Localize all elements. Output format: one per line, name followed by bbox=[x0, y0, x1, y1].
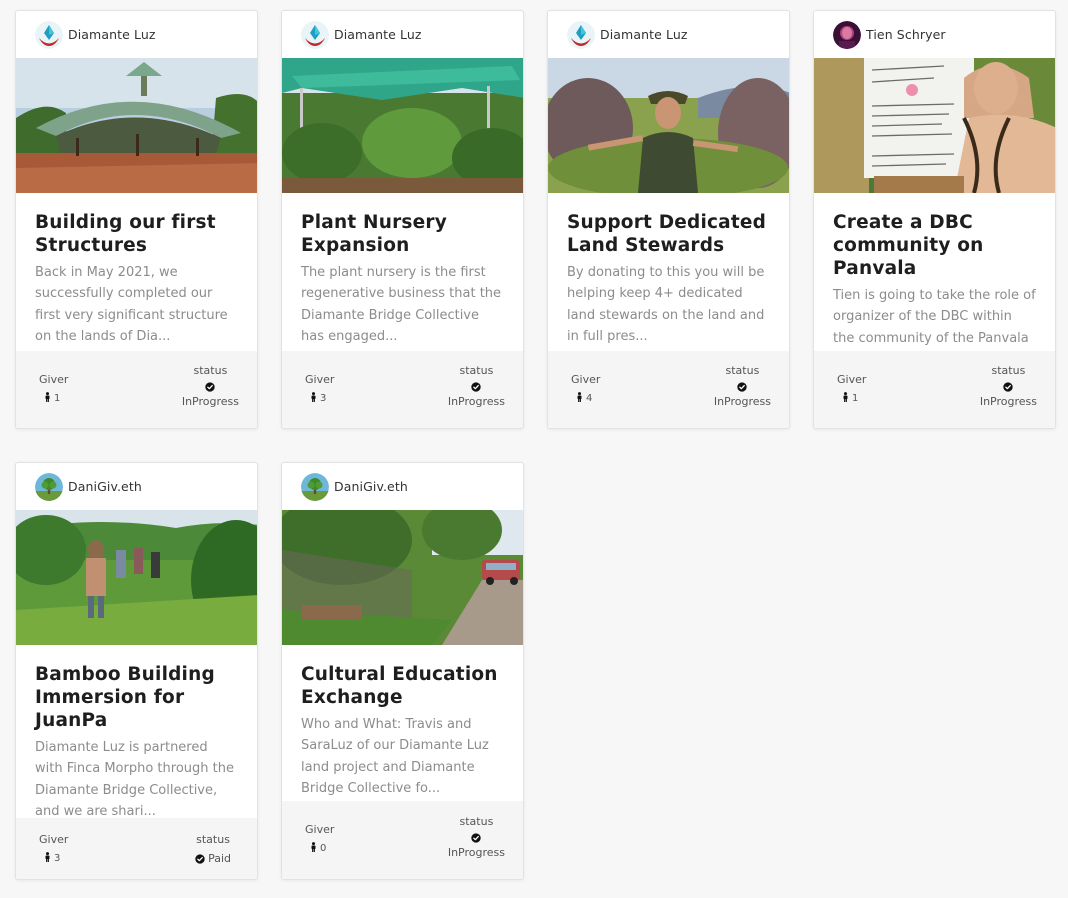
status-block: status InProgress bbox=[448, 815, 505, 859]
person-icon bbox=[576, 392, 583, 402]
giver-count: 3 bbox=[54, 853, 61, 864]
diamond-avatar bbox=[301, 21, 329, 49]
giver-count: 1 bbox=[54, 393, 61, 404]
check-circle-icon bbox=[195, 854, 205, 864]
giver-count: 4 bbox=[586, 393, 593, 404]
person-icon bbox=[310, 842, 317, 852]
card-footer: Giver 3 status InProgress bbox=[282, 351, 523, 428]
card-author[interactable]: DaniGiv.eth bbox=[16, 463, 257, 510]
author-name[interactable]: Diamante Luz bbox=[334, 27, 422, 42]
diamond-avatar bbox=[35, 21, 63, 49]
check-circle-icon bbox=[471, 833, 481, 843]
project-card[interactable]: DaniGiv.eth Cultural Education Exchange … bbox=[281, 462, 524, 880]
status-block: status Paid bbox=[195, 833, 231, 867]
card-footer: Giver 3 status Paid bbox=[16, 818, 257, 879]
giver-label: Giver bbox=[837, 373, 867, 386]
status-label: status bbox=[459, 364, 494, 377]
card-description: By donating to this you will be helping … bbox=[567, 265, 765, 344]
status-label: status bbox=[193, 364, 228, 377]
card-title[interactable]: Cultural Education Exchange bbox=[301, 663, 504, 709]
person-avatar bbox=[833, 21, 861, 49]
status-label: status bbox=[196, 833, 230, 846]
status-value: InProgress bbox=[181, 395, 239, 408]
person-icon bbox=[842, 392, 849, 402]
giver-block: Giver 1 bbox=[837, 373, 866, 404]
check-circle-icon bbox=[737, 382, 747, 392]
giver-label: Giver bbox=[305, 823, 335, 836]
card-author[interactable]: Diamante Luz bbox=[16, 11, 257, 58]
author-name[interactable]: DaniGiv.eth bbox=[68, 479, 142, 494]
card-author[interactable]: DaniGiv.eth bbox=[282, 463, 523, 510]
tree-avatar bbox=[301, 473, 329, 501]
project-card[interactable]: DaniGiv.eth Bamboo Building Immersion fo… bbox=[15, 462, 258, 880]
project-card[interactable]: Diamante Luz Building our first Structur… bbox=[15, 10, 258, 429]
card-footer: Giver 1 status InProgress bbox=[814, 351, 1055, 428]
author-name[interactable]: Tien Schryer bbox=[866, 27, 946, 42]
card-description: Diamante Luz is partnered with Finca Mor… bbox=[35, 740, 234, 819]
giver-label: Giver bbox=[39, 373, 69, 386]
check-circle-icon bbox=[1003, 382, 1013, 392]
giver-count: 0 bbox=[320, 843, 327, 854]
diamond-avatar bbox=[567, 21, 595, 49]
status-value: InProgress bbox=[979, 395, 1037, 408]
person-icon bbox=[310, 392, 317, 402]
giver-block: Giver 1 bbox=[39, 373, 68, 404]
giver-label: Giver bbox=[39, 833, 69, 846]
card-title[interactable]: Bamboo Building Immersion for JuanPa bbox=[35, 663, 238, 732]
giver-label: Giver bbox=[305, 373, 335, 386]
giver-count: 3 bbox=[320, 393, 327, 404]
project-card[interactable]: Tien Schryer Create a DBC community on P… bbox=[813, 10, 1056, 429]
card-description: Who and What: Travis and SaraLuz of our … bbox=[301, 717, 489, 796]
giver-block: Giver 3 bbox=[305, 373, 334, 404]
card-title[interactable]: Plant Nursery Expansion bbox=[301, 211, 504, 257]
card-author[interactable]: Diamante Luz bbox=[548, 11, 789, 58]
project-card[interactable]: Diamante Luz Support Dedicated Land Stew… bbox=[547, 10, 790, 429]
whiteboard-presentation-photo[interactable] bbox=[814, 58, 1056, 193]
status-value: InProgress bbox=[447, 395, 505, 408]
giver-label: Giver bbox=[571, 373, 601, 386]
status-value: Paid bbox=[208, 852, 231, 865]
status-block: status InProgress bbox=[714, 364, 771, 408]
status-label: status bbox=[991, 364, 1026, 377]
card-footer: Giver 0 status InProgress bbox=[282, 801, 523, 879]
giver-count: 1 bbox=[852, 393, 859, 404]
card-description: Back in May 2021, we successfully comple… bbox=[35, 265, 228, 344]
tree-avatar bbox=[35, 473, 63, 501]
card-footer: Giver 1 status InProgress bbox=[16, 351, 257, 428]
card-title[interactable]: Building our first Structures bbox=[35, 211, 238, 257]
check-circle-icon bbox=[471, 382, 481, 392]
jungle-hike-photo[interactable] bbox=[16, 510, 258, 645]
status-label: status bbox=[725, 364, 760, 377]
card-author[interactable]: Diamante Luz bbox=[282, 11, 523, 58]
card-title[interactable]: Create a DBC community on Panvala bbox=[833, 211, 1036, 280]
person-icon bbox=[44, 852, 51, 862]
roadside-garden-photo[interactable] bbox=[282, 510, 524, 645]
giver-block: Giver 3 bbox=[39, 833, 68, 864]
status-block: status InProgress bbox=[980, 364, 1037, 408]
author-name[interactable]: Diamante Luz bbox=[68, 27, 156, 42]
card-author[interactable]: Tien Schryer bbox=[814, 11, 1055, 58]
status-label: status bbox=[459, 815, 494, 828]
dome-structure-photo[interactable] bbox=[16, 58, 258, 193]
card-description: The plant nursery is the first regenerat… bbox=[301, 265, 502, 344]
giver-block: Giver 4 bbox=[571, 373, 600, 404]
person-icon bbox=[44, 392, 51, 402]
card-footer: Giver 4 status InProgress bbox=[548, 351, 789, 428]
plant-nursery-photo[interactable] bbox=[282, 58, 524, 193]
giver-block: Giver 0 bbox=[305, 823, 334, 854]
author-name[interactable]: Diamante Luz bbox=[600, 27, 688, 42]
status-block: status InProgress bbox=[182, 364, 239, 408]
status-block: status InProgress bbox=[448, 364, 505, 408]
card-title[interactable]: Support Dedicated Land Stewards bbox=[567, 211, 770, 257]
land-steward-photo[interactable] bbox=[548, 58, 790, 193]
status-value: InProgress bbox=[713, 395, 771, 408]
author-name[interactable]: DaniGiv.eth bbox=[334, 479, 408, 494]
check-circle-icon bbox=[205, 382, 215, 392]
project-card[interactable]: Diamante Luz Plant Nursery Expansion The… bbox=[281, 10, 524, 429]
status-value: InProgress bbox=[447, 846, 505, 859]
